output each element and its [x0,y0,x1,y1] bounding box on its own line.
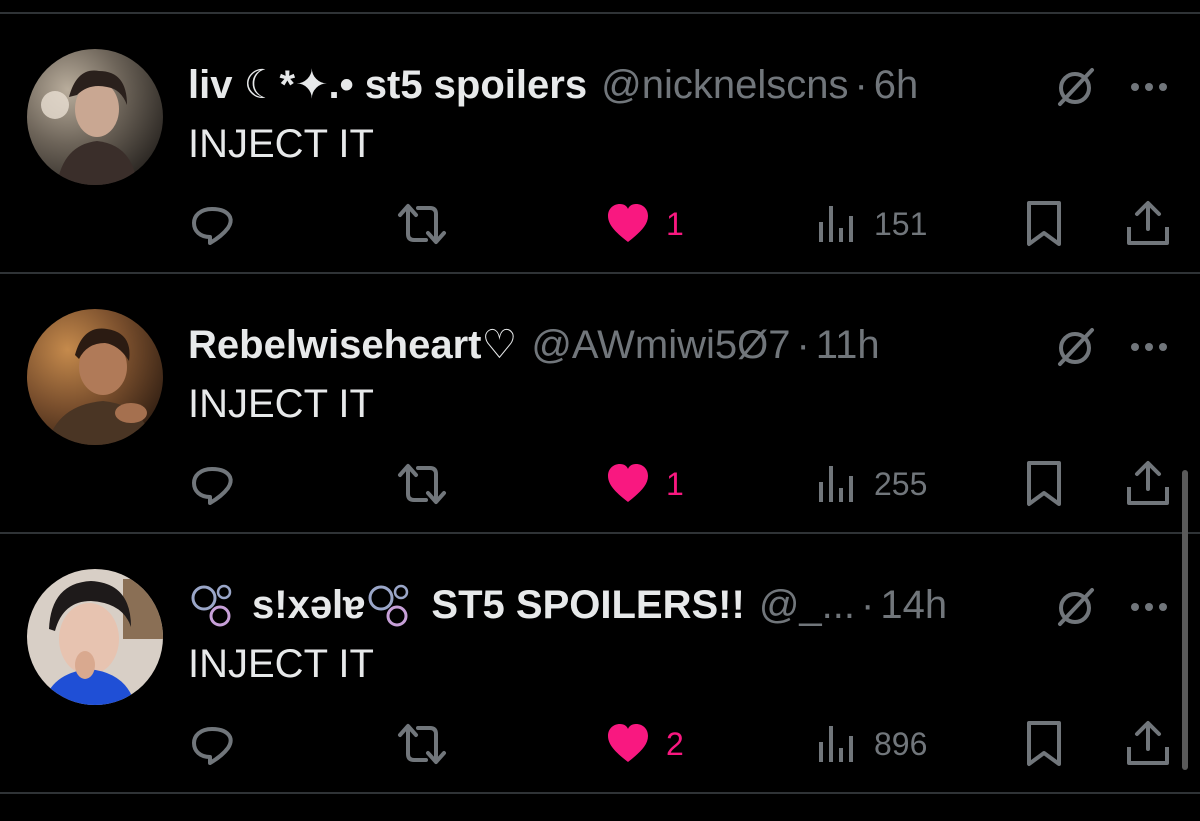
reply-button[interactable] [188,454,236,514]
retweet-button[interactable] [394,714,450,774]
more-icon[interactable] [1128,340,1170,354]
tweet-1[interactable]: liv ☾*✦.• st5 spoilers @nicknelscns · 6h… [0,14,1200,274]
timestamp[interactable]: 11h [816,323,880,368]
bar-chart-icon [819,726,853,762]
action-bar: 2 896 [0,714,1200,774]
bookmark-icon [1027,721,1061,766]
tweet-divider [0,792,1200,794]
separator-dot: · [861,582,875,627]
views-button[interactable]: 255 [816,454,927,514]
heart-icon [608,204,648,242]
user-handle[interactable]: @nicknelscns [601,63,848,108]
tweet-header: liv ☾*✦.• st5 spoilers @nicknelscns · 6h [188,60,918,110]
share-button[interactable] [1124,194,1172,254]
like-button[interactable]: 1 [604,194,684,254]
tweet-header: s!xəlɐ ST5 SPOILERS!! @_... · 14h [188,580,947,630]
display-name-part2[interactable]: ST5 SPOILERS!! [431,583,744,628]
reply-button[interactable] [188,714,236,774]
share-upload-icon [1127,461,1169,505]
display-name-part1[interactable]: s!xəlɐ [252,583,365,628]
tweet-text: INJECT IT [188,122,374,166]
like-button[interactable]: 2 [604,714,684,774]
bubbles-emoji-icon [191,584,232,627]
speech-bubble-icon [192,727,233,765]
more-icon[interactable] [1128,80,1170,94]
view-count: 255 [874,465,928,502]
like-button[interactable]: 1 [604,454,684,514]
grok-icon[interactable] [1052,64,1098,110]
view-count: 896 [874,725,928,762]
bookmark-button[interactable] [1024,454,1064,514]
display-name[interactable]: Rebelwiseheart♡ [188,322,517,368]
views-button[interactable]: 151 [816,194,927,254]
bar-chart-icon [819,466,853,502]
share-button[interactable] [1124,714,1172,774]
avatar[interactable] [27,569,163,705]
retweet-arrows-icon [398,464,446,504]
tweet-3[interactable]: s!xəlɐ ST5 SPOILERS!! @_... · 14h INJECT… [0,534,1200,794]
retweet-arrows-icon [398,204,446,244]
separator-dot: · [796,322,810,367]
user-handle[interactable]: @_... [759,583,855,628]
share-upload-icon [1127,721,1169,765]
speech-bubble-icon [192,207,233,245]
view-count: 151 [874,205,928,242]
tweet-header: Rebelwiseheart♡ @AWmiwi5Ø7 · 11h [188,320,880,370]
like-count: 1 [666,465,684,502]
avatar[interactable] [27,309,163,445]
user-handle[interactable]: @AWmiwi5Ø7 [531,323,790,368]
heart-icon [608,464,648,502]
heart-icon [608,724,648,762]
timestamp[interactable]: 14h [880,583,947,628]
retweet-button[interactable] [394,454,450,514]
grok-icon[interactable] [1052,584,1098,630]
bookmark-icon [1027,461,1061,506]
views-button[interactable]: 896 [816,714,927,774]
more-icon[interactable] [1128,600,1170,614]
bookmark-icon [1027,201,1061,246]
action-bar: 1 151 [0,194,1200,254]
bookmark-button[interactable] [1024,194,1064,254]
grok-icon[interactable] [1052,324,1098,370]
tweet-text: INJECT IT [188,382,374,426]
timestamp[interactable]: 6h [874,63,919,108]
scrollbar-thumb[interactable] [1182,470,1188,770]
like-count: 2 [666,725,684,762]
share-button[interactable] [1124,454,1172,514]
reply-button[interactable] [188,194,236,254]
avatar[interactable] [27,49,163,185]
separator-dot: · [854,62,868,107]
bookmark-button[interactable] [1024,714,1064,774]
speech-bubble-icon [192,467,233,505]
retweet-arrows-icon [398,724,446,764]
action-bar: 1 255 [0,454,1200,514]
share-upload-icon [1127,201,1169,245]
tweet-text: INJECT IT [188,642,374,686]
retweet-button[interactable] [394,194,450,254]
tweet-2[interactable]: Rebelwiseheart♡ @AWmiwi5Ø7 · 11h INJECT … [0,274,1200,534]
bubbles-emoji-icon [368,584,409,627]
like-count: 1 [666,205,684,242]
bar-chart-icon [819,206,853,242]
display-name[interactable]: liv ☾*✦.• st5 spoilers [188,62,587,108]
